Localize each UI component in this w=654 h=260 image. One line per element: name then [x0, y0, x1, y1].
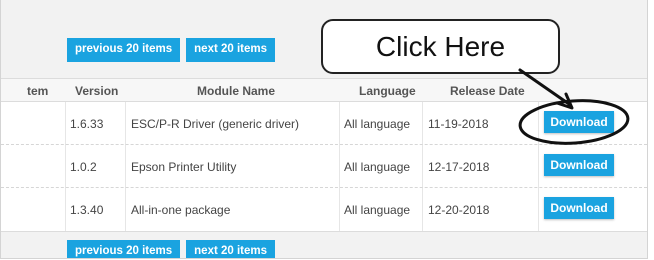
module-name-cell: All-in-one package — [131, 203, 231, 217]
table-row: 1.6.33 ESC/P-R Driver (generic driver) A… — [1, 102, 647, 145]
next-20-items-button[interactable]: next 20 items — [186, 240, 276, 258]
pagination-top: previous 20 items next 20 items — [67, 38, 276, 62]
header-item: tem — [27, 84, 49, 98]
download-button[interactable]: Download — [544, 154, 614, 176]
pagination-bottom: previous 20 items next 20 items — [67, 240, 276, 258]
release-date-cell: 12-20-2018 — [428, 203, 490, 217]
language-cell: All language — [344, 203, 411, 217]
download-button[interactable]: Download — [544, 111, 614, 133]
version-cell: 1.0.2 — [70, 160, 97, 174]
module-name-cell: Epson Printer Utility — [131, 160, 237, 174]
download-button[interactable]: Download — [544, 197, 614, 219]
previous-20-items-button[interactable]: previous 20 items — [67, 240, 181, 258]
language-cell: All language — [344, 160, 411, 174]
module-name-cell: ESC/P-R Driver (generic driver) — [131, 117, 300, 131]
language-cell: All language — [344, 117, 411, 131]
release-date-cell: 12-17-2018 — [428, 160, 490, 174]
version-cell: 1.3.40 — [70, 203, 104, 217]
click-here-callout: Click Here — [321, 19, 560, 74]
version-cell: 1.6.33 — [70, 117, 104, 131]
header-language: Language — [359, 84, 416, 98]
previous-20-items-button[interactable]: previous 20 items — [67, 38, 181, 62]
table-row: 1.3.40 All-in-one package All language 1… — [1, 188, 647, 230]
header-module-name: Module Name — [197, 84, 276, 98]
header-version: Version — [75, 84, 119, 98]
release-date-cell: 11-19-2018 — [428, 117, 489, 131]
downloads-table: tem Version Module Name Language Release… — [1, 78, 647, 232]
header-release-date: Release Date — [450, 84, 525, 98]
next-20-items-button[interactable]: next 20 items — [186, 38, 276, 62]
table-header: tem Version Module Name Language Release… — [1, 79, 647, 102]
table-row: 1.0.2 Epson Printer Utility All language… — [1, 145, 647, 188]
